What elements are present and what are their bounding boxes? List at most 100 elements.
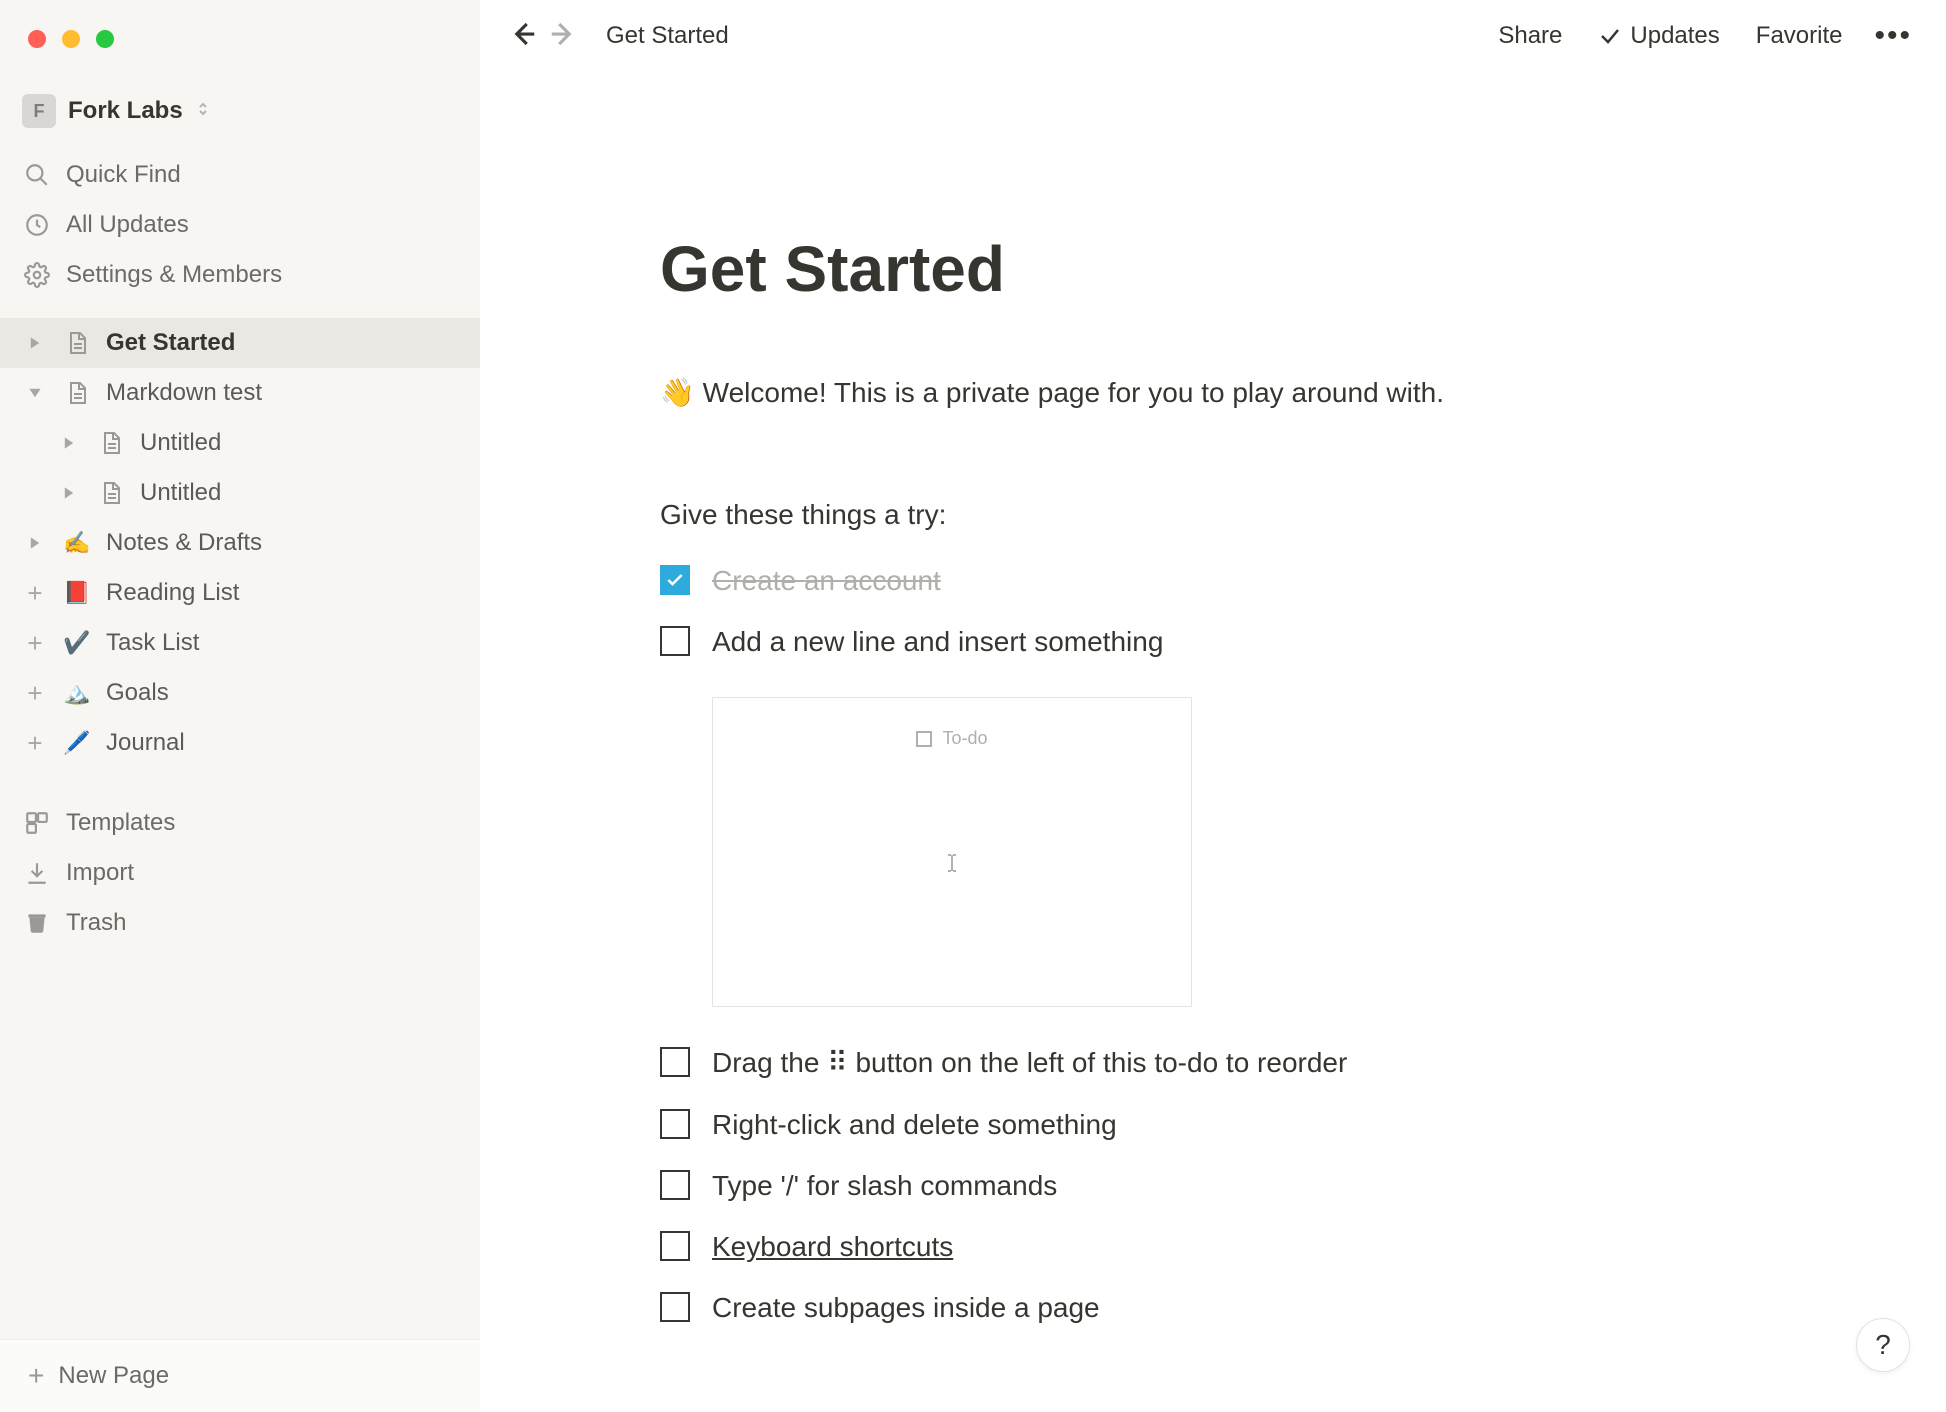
- todo-text[interactable]: Add a new line and insert something: [712, 622, 1163, 661]
- page-doc-icon: [62, 381, 92, 405]
- todo-checkbox[interactable]: [660, 1292, 690, 1322]
- help-fab[interactable]: ?: [1856, 1318, 1910, 1372]
- embed-todo-row: To-do: [743, 728, 1161, 749]
- chevron-down-icon[interactable]: [22, 386, 48, 400]
- chevron-right-icon[interactable]: [22, 536, 48, 550]
- share-button[interactable]: Share: [1488, 18, 1572, 54]
- sidebar-templates[interactable]: Templates: [0, 798, 480, 848]
- todo-checkbox[interactable]: [660, 626, 690, 656]
- todo-item[interactable]: Drag the ⠿ button on the left of this to…: [660, 1043, 1800, 1082]
- page-emoji-icon: ✔️: [62, 630, 92, 656]
- sidebar-all-updates-label: All Updates: [66, 211, 189, 239]
- sidebar-quick-find[interactable]: Quick Find: [0, 150, 480, 200]
- todo-item[interactable]: Create subpages inside a page: [660, 1288, 1800, 1327]
- window-zoom-button[interactable]: [96, 30, 114, 48]
- todo-text[interactable]: Keyboard shortcuts: [712, 1227, 953, 1266]
- sidebar-page-untitled2[interactable]: Untitled: [0, 468, 480, 518]
- sidebar-import[interactable]: Import: [0, 848, 480, 898]
- plus-icon[interactable]: +: [22, 580, 48, 606]
- workspace-switcher[interactable]: F Fork Labs: [0, 88, 480, 146]
- wave-emoji: 👋: [660, 377, 695, 408]
- more-menu-button[interactable]: •••: [1868, 19, 1918, 53]
- nav-back-button[interactable]: [508, 19, 538, 54]
- todo-checkbox[interactable]: [660, 565, 690, 595]
- new-page-button[interactable]: + New Page: [0, 1339, 480, 1412]
- window-minimize-button[interactable]: [62, 30, 80, 48]
- sidebar-page-label: Untitled: [140, 429, 221, 457]
- page-subhead[interactable]: Give these things a try:: [660, 499, 1800, 531]
- sidebar-page-tasks[interactable]: + ✔️ Task List: [0, 618, 480, 668]
- todo-list: Create an account Add a new line and inse…: [660, 561, 1800, 1327]
- page-doc-icon: [96, 431, 126, 455]
- window-traffic-lights: [28, 30, 114, 48]
- todo-checkbox[interactable]: [660, 1047, 690, 1077]
- favorite-button[interactable]: Favorite: [1746, 18, 1853, 54]
- sidebar: F Fork Labs Quick Find All Updates: [0, 0, 480, 1412]
- sidebar-trash[interactable]: Trash: [0, 898, 480, 948]
- new-page-label: New Page: [58, 1362, 169, 1390]
- sidebar-page-journal[interactable]: +🖊️Journal: [0, 718, 480, 768]
- plus-icon[interactable]: +: [22, 630, 48, 656]
- todo-checkbox[interactable]: [660, 1170, 690, 1200]
- todo-checkbox[interactable]: [660, 1231, 690, 1261]
- sidebar-import-label: Import: [66, 859, 134, 887]
- checkmark-icon: [1598, 24, 1622, 48]
- sidebar-page-reading[interactable]: + 📕 Reading List: [0, 568, 480, 618]
- sidebar-page-markdown[interactable]: Markdown test: [0, 368, 480, 418]
- todo-item[interactable]: Create an account: [660, 561, 1800, 600]
- sidebar-pages: Get Started Markdown test Untitled Untitled…: [0, 318, 480, 768]
- sidebar-page-get_started[interactable]: Get Started: [0, 318, 480, 368]
- sidebar-page-label: Task List: [106, 629, 199, 657]
- updates-button[interactable]: Updates: [1588, 18, 1729, 54]
- page-emoji-icon: 📕: [62, 580, 92, 606]
- page-intro-text: Welcome! This is a private page for you …: [703, 377, 1444, 408]
- todo-item[interactable]: Add a new line and insert something: [660, 622, 1800, 661]
- chevron-right-icon[interactable]: [56, 486, 82, 500]
- sidebar-page-label: Notes & Drafts: [106, 529, 262, 557]
- chevron-right-icon[interactable]: [22, 336, 48, 350]
- todo-text[interactable]: Create subpages inside a page: [712, 1288, 1100, 1327]
- todo-text[interactable]: Type '/' for slash commands: [712, 1166, 1057, 1205]
- sidebar-page-goals[interactable]: + 🏔️ Goals: [0, 668, 480, 718]
- window-close-button[interactable]: [28, 30, 46, 48]
- page-title[interactable]: Get Started: [660, 232, 1800, 306]
- gear-icon: [22, 262, 52, 288]
- page-intro[interactable]: 👋 Welcome! This is a private page for yo…: [660, 376, 1800, 409]
- nav-forward-button[interactable]: [548, 19, 578, 54]
- topbar: Get Started Share Updates Favorite •••: [480, 0, 1946, 72]
- todo-item[interactable]: Keyboard shortcuts: [660, 1227, 1800, 1266]
- updates-label: Updates: [1630, 22, 1719, 50]
- sidebar-settings-label: Settings & Members: [66, 261, 282, 289]
- templates-icon: [22, 810, 52, 836]
- todo-item[interactable]: Right-click and delete something: [660, 1105, 1800, 1144]
- breadcrumb[interactable]: Get Started: [606, 22, 729, 50]
- sidebar-page-label: Reading List: [106, 579, 239, 607]
- page-doc-icon: [62, 331, 92, 355]
- todo-text[interactable]: Drag the ⠿ button on the left of this to…: [712, 1043, 1347, 1082]
- sidebar-quick-find-label: Quick Find: [66, 161, 181, 189]
- sidebar-page-untitled1[interactable]: Untitled: [0, 418, 480, 468]
- sidebar-templates-label: Templates: [66, 809, 175, 837]
- todo-checkbox[interactable]: [660, 1109, 690, 1139]
- todo-item[interactable]: Type '/' for slash commands: [660, 1166, 1800, 1205]
- page-content: Get Started 👋 Welcome! This is a private…: [480, 72, 1880, 1367]
- chevron-right-icon[interactable]: [56, 436, 82, 450]
- workspace-name: Fork Labs: [68, 97, 183, 125]
- page-emoji-icon: 🏔️: [62, 680, 92, 706]
- trash-icon: [22, 910, 52, 936]
- plus-icon[interactable]: +: [22, 730, 48, 756]
- plus-icon[interactable]: +: [22, 680, 48, 706]
- todo-text[interactable]: Right-click and delete something: [712, 1105, 1117, 1144]
- chevron-up-down-icon: [195, 101, 211, 122]
- embed-label: To-do: [942, 728, 987, 749]
- sidebar-page-label: Get Started: [106, 329, 235, 357]
- todo-text[interactable]: Create an account: [712, 561, 941, 600]
- sidebar-settings[interactable]: Settings & Members: [0, 250, 480, 300]
- sidebar-page-label: Untitled: [140, 479, 221, 507]
- workspace-icon: F: [22, 94, 56, 128]
- plus-icon: +: [28, 1360, 44, 1392]
- page-doc-icon: [96, 481, 126, 505]
- sidebar-page-label: Goals: [106, 679, 169, 707]
- sidebar-page-notes[interactable]: ✍️Notes & Drafts: [0, 518, 480, 568]
- sidebar-all-updates[interactable]: All Updates: [0, 200, 480, 250]
